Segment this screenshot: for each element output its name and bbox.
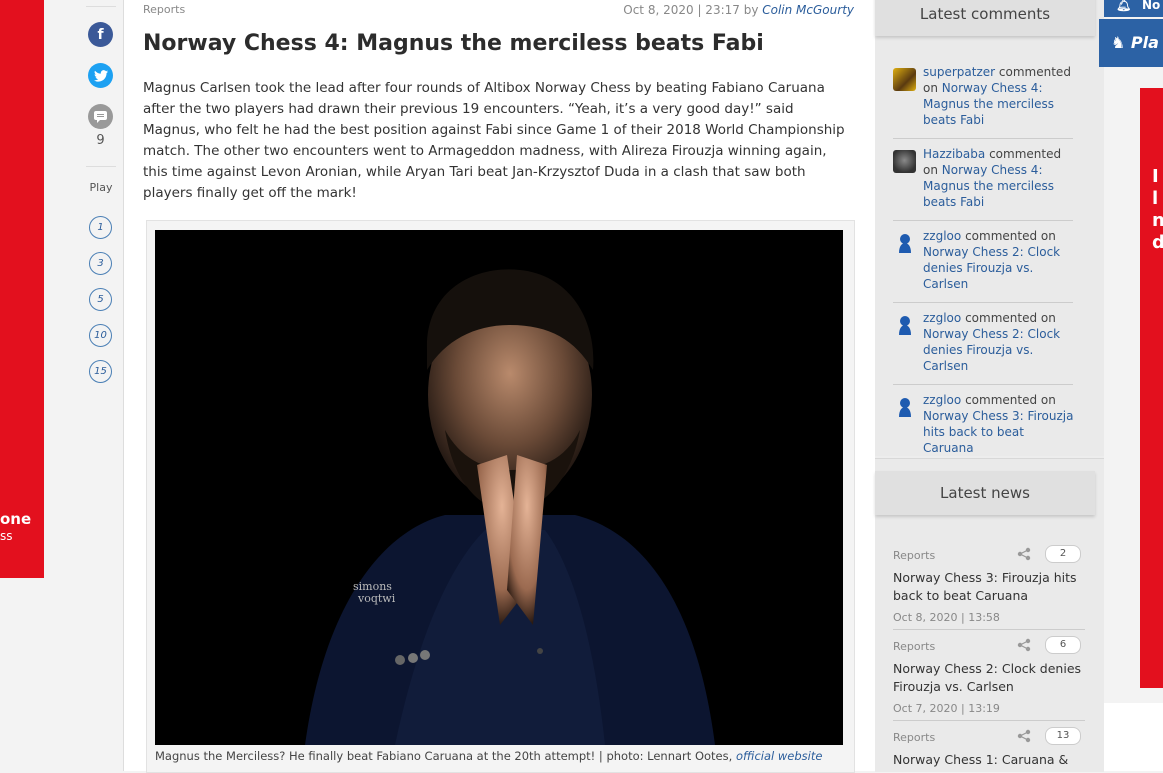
comment-verb: commented on [965,229,1056,243]
divider [86,6,116,7]
twitter-share-icon[interactable] [88,63,113,88]
comment-user[interactable]: zzgloo [923,229,961,243]
comment-item: zzgloo commented on Norway Chess 2: Cloc… [893,228,1073,303]
svg-text:voqtwi: voqtwi [357,592,396,605]
caption-link[interactable]: official website [736,749,823,763]
comment-article-link[interactable]: Norway Chess 2: Clock denies Firouzja vs… [923,245,1060,291]
comment-article-link[interactable]: Norway Chess 4: Magnus the merciless bea… [923,81,1054,127]
comment-item: superpatzer commented on Norway Chess 4:… [893,64,1073,139]
comment-icon[interactable] [88,104,113,129]
comment-article-link[interactable]: Norway Chess 4: Magnus the merciless bea… [923,163,1054,209]
news-item[interactable]: Reports 2 Norway Chess 3: Firouzja hits … [893,545,1085,630]
sidebar: Latest comments superpatzer commented on… [875,0,1104,772]
article-photo[interactable]: simons voqtwi [155,230,843,745]
user-avatar[interactable] [893,150,916,173]
facebook-share-icon[interactable]: f [88,22,113,47]
chess-pawn-avatar[interactable] [893,396,916,419]
caption-text: Magnus the Merciless? He finally beat Fa… [155,749,733,763]
notification-text: No [1142,0,1161,12]
left-ad-line2: ss [0,529,13,543]
knight-icon: ♞ [1111,33,1126,52]
play-move-3[interactable]: 3 [89,252,112,275]
article-meta: Oct 8, 2020 | 23:17 by Colin McGourty [623,3,854,17]
news-item[interactable]: Reports 6 Norway Chess 2: Clock denies F… [893,636,1085,721]
comment-verb: commented on [965,393,1056,407]
play-button-label: Pla [1130,33,1159,52]
play-move-10[interactable]: 10 [89,324,112,347]
news-category[interactable]: Reports [893,549,935,562]
comment-count: 9 [96,133,105,148]
latest-comments-title: Latest comments [875,0,1095,36]
comment-count-badge[interactable]: 13 [1045,727,1081,745]
latest-comments-box: Latest comments superpatzer commented on… [875,0,1104,456]
comment-item: zzgloo commented on Norway Chess 3: Firo… [893,392,1073,455]
chess-pawn-avatar[interactable] [893,232,916,255]
play-move-5[interactable]: 5 [89,288,112,311]
news-item[interactable]: Reports 13 Norway Chess 1: Caruana & [893,727,1085,772]
user-avatar[interactable] [893,68,916,91]
share-icon[interactable] [1017,638,1031,656]
share-icon[interactable] [1017,547,1031,565]
photo-caption: Magnus the Merciless? He finally beat Fa… [155,749,822,763]
right-advertisement[interactable]: Il n d [1140,88,1163,688]
play-move-1[interactable]: 1 [89,216,112,239]
news-title[interactable]: Norway Chess 3: Firouzja hits back to be… [893,569,1083,605]
comment-count-badge[interactable]: 2 [1045,545,1081,563]
comment-article-link[interactable]: Norway Chess 3: Firouzja hits back to be… [923,409,1073,455]
left-ad-line1: one [0,510,32,528]
right-strip: 🔔︎ No ♞ Pla Il n d [1099,0,1163,771]
article-lead: Magnus Carlsen took the lead after four … [143,80,845,201]
right-white-block [1104,703,1163,771]
news-title[interactable]: Norway Chess 1: Caruana & [893,751,1083,769]
right-ad-text: Il n d [1152,166,1163,253]
notification-bar[interactable]: 🔔︎ No [1104,0,1163,17]
comment-article-link[interactable]: Norway Chess 2: Clock denies Firouzja vs… [923,327,1060,373]
comment-count-badge[interactable]: 6 [1045,636,1081,654]
comment-user[interactable]: zzgloo [923,311,961,325]
bell-icon[interactable]: 🔔︎ [1116,0,1131,12]
author-link[interactable]: Colin McGourty [762,3,854,17]
article-date: Oct 8, 2020 | 23:17 by [623,3,759,17]
comment-item: zzgloo commented on Norway Chess 2: Cloc… [893,310,1073,385]
article-category[interactable]: Reports [143,3,185,16]
news-title[interactable]: Norway Chess 2: Clock denies Firouzja vs… [893,660,1083,696]
play-move-15[interactable]: 15 [89,360,112,383]
article-figure: simons voqtwi Magnus the Merciless? He f… [146,220,855,773]
comment-user[interactable]: zzgloo [923,393,961,407]
news-date: Oct 7, 2020 | 13:19 [893,702,1000,715]
divider [86,166,116,167]
news-category[interactable]: Reports [893,731,935,744]
play-button[interactable]: ♞ Pla [1099,19,1163,67]
comment-user[interactable]: Hazzibaba [923,147,985,161]
share-icon[interactable] [1017,729,1031,747]
left-advertisement[interactable]: one ss [0,0,44,578]
latest-news-title: Latest news [875,471,1095,515]
latest-news-box: Latest news Reports 2 Norway Chess 3: Fi… [875,458,1104,772]
page-title: Norway Chess 4: Magnus the merciless bea… [143,31,764,56]
news-category[interactable]: Reports [893,640,935,653]
news-date: Oct 8, 2020 | 13:58 [893,611,1000,624]
comment-verb: commented on [965,311,1056,325]
chess-pawn-avatar[interactable] [893,314,916,337]
play-label: Play [89,181,113,194]
comment-user[interactable]: superpatzer [923,65,995,79]
comment-item: Hazzibaba commented on Norway Chess 4: M… [893,146,1073,221]
